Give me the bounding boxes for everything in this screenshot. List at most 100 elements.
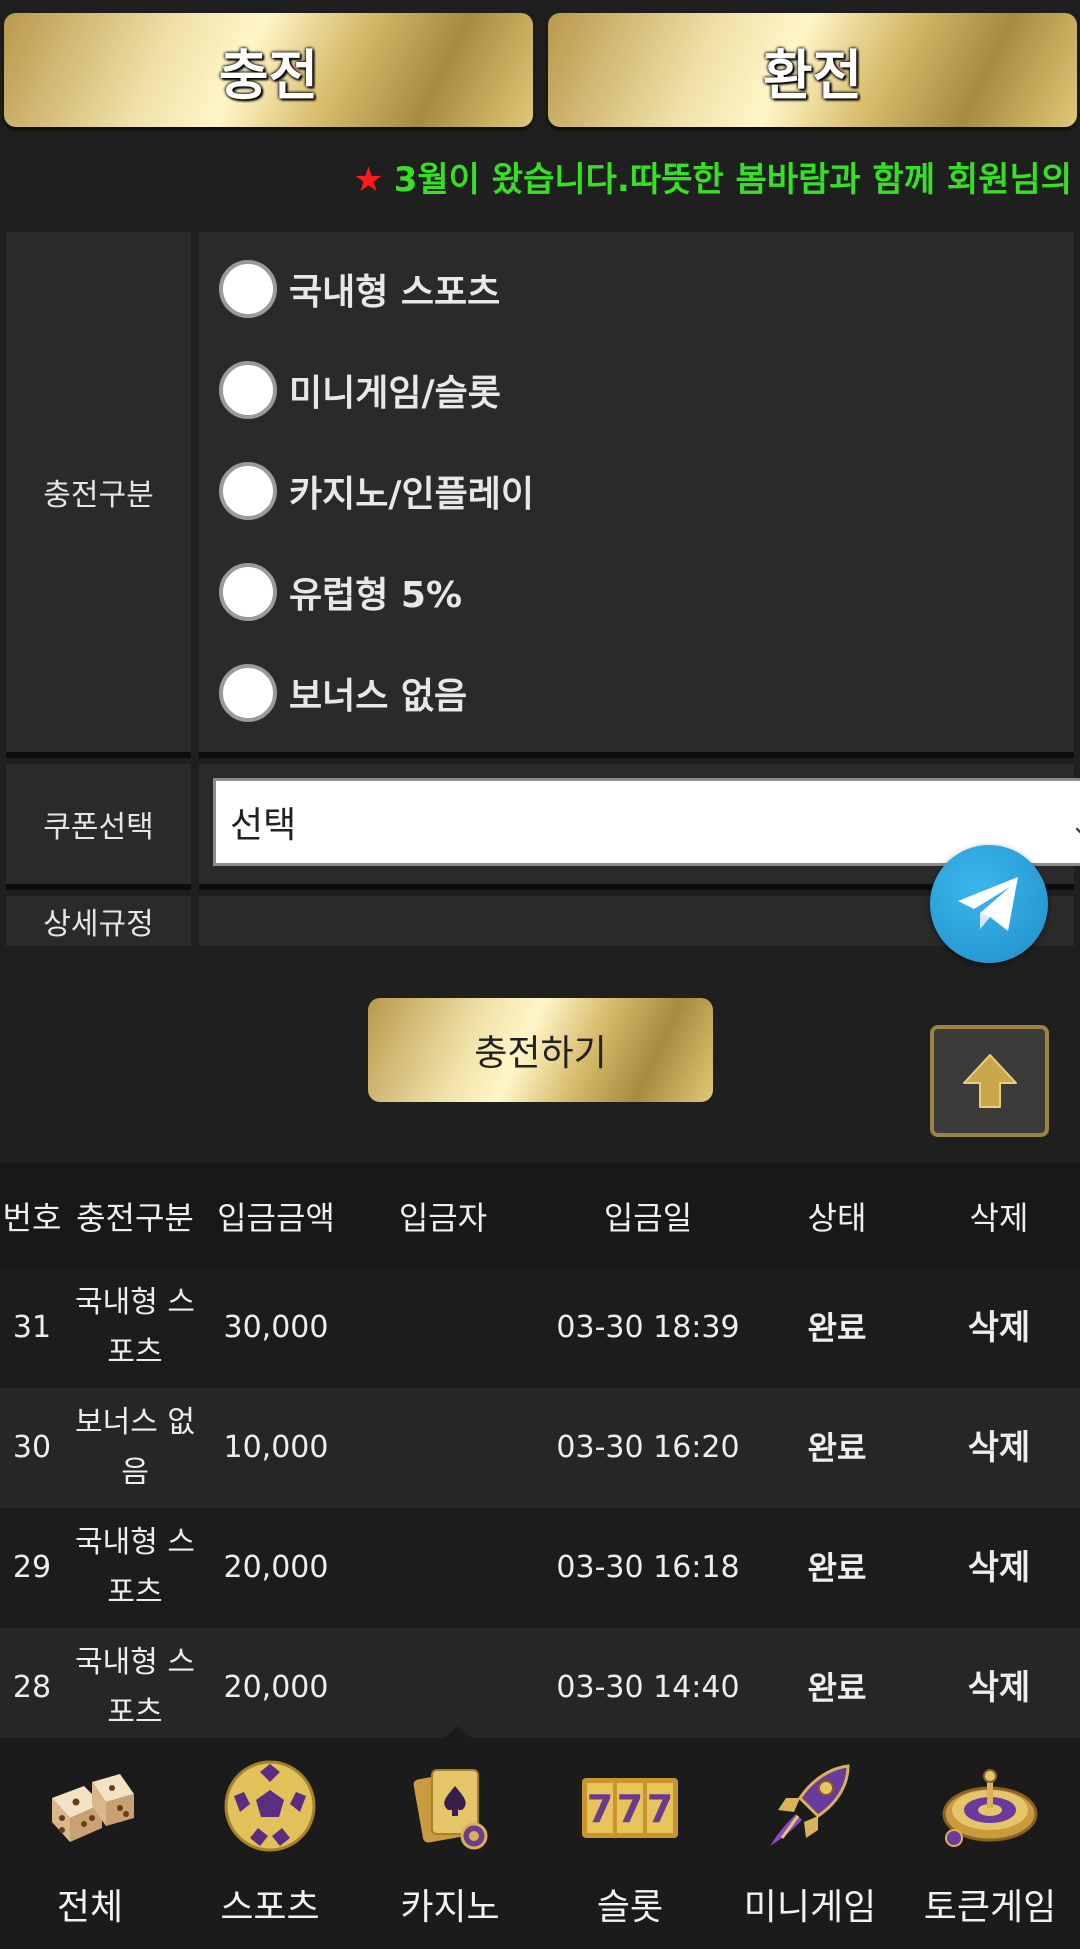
cell-type-line2: 음 [121, 1455, 149, 1490]
delete-button[interactable]: 삭제 [918, 1268, 1080, 1388]
radio-option-minigame-slot[interactable]: 미니게임/슬롯 [219, 359, 501, 421]
cell-depositor [346, 1268, 540, 1388]
coupon-row: 쿠폰선택 선택 ⌄ [6, 764, 1080, 884]
radio-button[interactable] [219, 664, 277, 722]
radio-button[interactable] [219, 462, 277, 520]
cell-date: 03-30 16:20 [556, 1430, 740, 1465]
telegram-button[interactable] [930, 845, 1048, 963]
notice-text: ★ 3월이 왔습니다.따뜻한 봄바람과 함께 회원님의 [353, 152, 1072, 201]
nav-label: 토큰게임 [923, 1887, 1057, 1928]
cell-type: 국내형 스 포츠 [64, 1628, 206, 1748]
radio-label: 보너스 없음 [289, 676, 468, 717]
notice-message: 3월이 왔습니다.따뜻한 봄바람과 함께 회원님의 [393, 160, 1072, 200]
radio-label: 미니게임/슬롯 [289, 373, 501, 414]
cell-amount: 10,000 [223, 1430, 329, 1465]
cell-amount: 20,000 [223, 1550, 329, 1585]
table-row: 28 국내형 스 포츠 20,000 03-30 14:40 완료 삭제 [0, 1628, 1080, 1748]
dice-icon [52, 1774, 134, 1842]
submit-charge-button[interactable]: 충전하기 [368, 998, 713, 1102]
tab-exchange[interactable]: 환전 [548, 13, 1077, 127]
svg-text:7: 7 [647, 1787, 673, 1831]
nav-item-token-game[interactable]: 토큰게임 [900, 1738, 1080, 1949]
playing-cards-icon [413, 1769, 488, 1850]
cell-status: 완료 [807, 1309, 867, 1347]
header-status: 상태 [807, 1198, 867, 1237]
cell-status: 완료 [807, 1549, 867, 1587]
nav-item-minigame[interactable]: 미니게임 [720, 1738, 900, 1949]
radio-button[interactable] [219, 260, 277, 318]
table-row: 29 국내형 스 포츠 20,000 03-30 16:18 완료 삭제 [0, 1508, 1080, 1628]
nav-label: 미니게임 [743, 1887, 877, 1928]
charge-exchange-tabs: 충전 환전 [0, 0, 1080, 140]
telegram-icon [958, 877, 1018, 931]
bottom-nav: 전체 스포츠 카지노 7 7 7 슬롯 미니게임 토큰게임 [0, 1726, 1080, 1949]
cell-status: 완료 [807, 1429, 867, 1467]
cell-number: 31 [12, 1310, 52, 1345]
tab-charge[interactable]: 충전 [4, 13, 533, 127]
cell-date: 03-30 16:18 [556, 1550, 740, 1585]
slot-777-icon: 7 7 7 [582, 1778, 678, 1838]
rocket-icon [770, 1764, 850, 1846]
svg-text:7: 7 [587, 1787, 613, 1831]
nav-item-all[interactable]: 전체 [0, 1738, 180, 1949]
header-type: 충전구분 [76, 1198, 194, 1237]
svg-text:7: 7 [617, 1787, 643, 1831]
cell-type-line1: 국내형 스 [75, 1645, 195, 1680]
header-depositor: 입금자 [398, 1198, 488, 1237]
charge-type-options: 국내형 스포츠 미니게임/슬롯 카지노/인플레이 유럽형 5% 보너스 없음 [199, 232, 1074, 752]
radio-button[interactable] [219, 361, 277, 419]
header-number: 번호 [2, 1198, 62, 1237]
nav-label: 슬롯 [596, 1887, 664, 1928]
nav-label: 스포츠 [220, 1887, 320, 1928]
delete-button[interactable]: 삭제 [918, 1388, 1080, 1508]
rules-label: 상세규정 [6, 896, 191, 946]
cell-type-line2: 포츠 [107, 1575, 163, 1610]
star-icon: ★ [353, 160, 384, 200]
delete-button[interactable]: 삭제 [918, 1508, 1080, 1628]
cell-date: 03-30 14:40 [556, 1670, 740, 1705]
nav-item-sports[interactable]: 스포츠 [180, 1738, 360, 1949]
cell-type-line1: 국내형 스 [75, 1285, 195, 1320]
coupon-select-value: 선택 [230, 805, 297, 846]
radio-label: 카지노/인플레이 [289, 474, 534, 515]
cell-type: 보너스 없음 [64, 1388, 206, 1508]
cell-type: 국내형 스포츠 [64, 1508, 206, 1628]
cell-depositor [346, 1508, 540, 1628]
divider [199, 752, 1074, 758]
nav-item-slot[interactable]: 7 7 7 슬롯 [540, 1738, 720, 1949]
cell-amount: 30,000 [223, 1310, 329, 1345]
header-delete: 삭제 [969, 1198, 1029, 1237]
radio-button[interactable] [219, 563, 277, 621]
table-header: 번호 충전구분 입금금액 입금자 입금일 상태 삭제 [0, 1163, 1080, 1268]
radio-option-domestic-sports[interactable]: 국내형 스포츠 [219, 258, 500, 320]
coupon-label: 쿠폰선택 [6, 764, 191, 884]
delete-button[interactable]: 삭제 [918, 1628, 1080, 1748]
cell-amount: 20,000 [223, 1670, 329, 1705]
nav-item-casino[interactable]: 카지노 [360, 1738, 540, 1949]
header-date: 입금일 [603, 1198, 693, 1237]
cell-number: 28 [12, 1670, 52, 1705]
radio-option-casino-inplay[interactable]: 카지노/인플레이 [219, 460, 534, 522]
radio-option-no-bonus[interactable]: 보너스 없음 [219, 662, 467, 724]
cell-number: 30 [12, 1430, 52, 1465]
table-row: 30 보너스 없음 10,000 03-30 16:20 완료 삭제 [0, 1388, 1080, 1508]
radio-option-european[interactable]: 유럽형 5% [219, 561, 462, 623]
nav-label: 전체 [56, 1887, 124, 1928]
rules-row: 상세규정 [6, 896, 1074, 946]
arrow-up-icon [962, 1054, 1017, 1108]
header-amount: 입금금액 [217, 1198, 335, 1237]
cell-type-line1: 국내형 스 [75, 1525, 195, 1560]
soccer-ball-icon [224, 1760, 316, 1852]
coupon-select[interactable]: 선택 ⌄ [213, 778, 1080, 866]
radio-label: 국내형 스포츠 [289, 272, 501, 313]
notice-marquee: ★ 3월이 왔습니다.따뜻한 봄바람과 함께 회원님의 [0, 148, 1080, 204]
scroll-to-top-button[interactable] [930, 1025, 1049, 1137]
radio-label: 유럽형 5% [289, 575, 463, 616]
charge-type-row: 충전구분 국내형 스포츠 미니게임/슬롯 카지노/인플레이 유럽형 5% 보너스… [6, 232, 1074, 752]
cell-status: 완료 [807, 1669, 867, 1707]
divider [6, 752, 191, 758]
cell-type-line1: 보너스 없 [75, 1405, 195, 1440]
cell-date: 03-30 18:39 [556, 1310, 740, 1345]
chevron-down-icon: ⌄ [1070, 811, 1080, 841]
cell-depositor [346, 1388, 540, 1508]
